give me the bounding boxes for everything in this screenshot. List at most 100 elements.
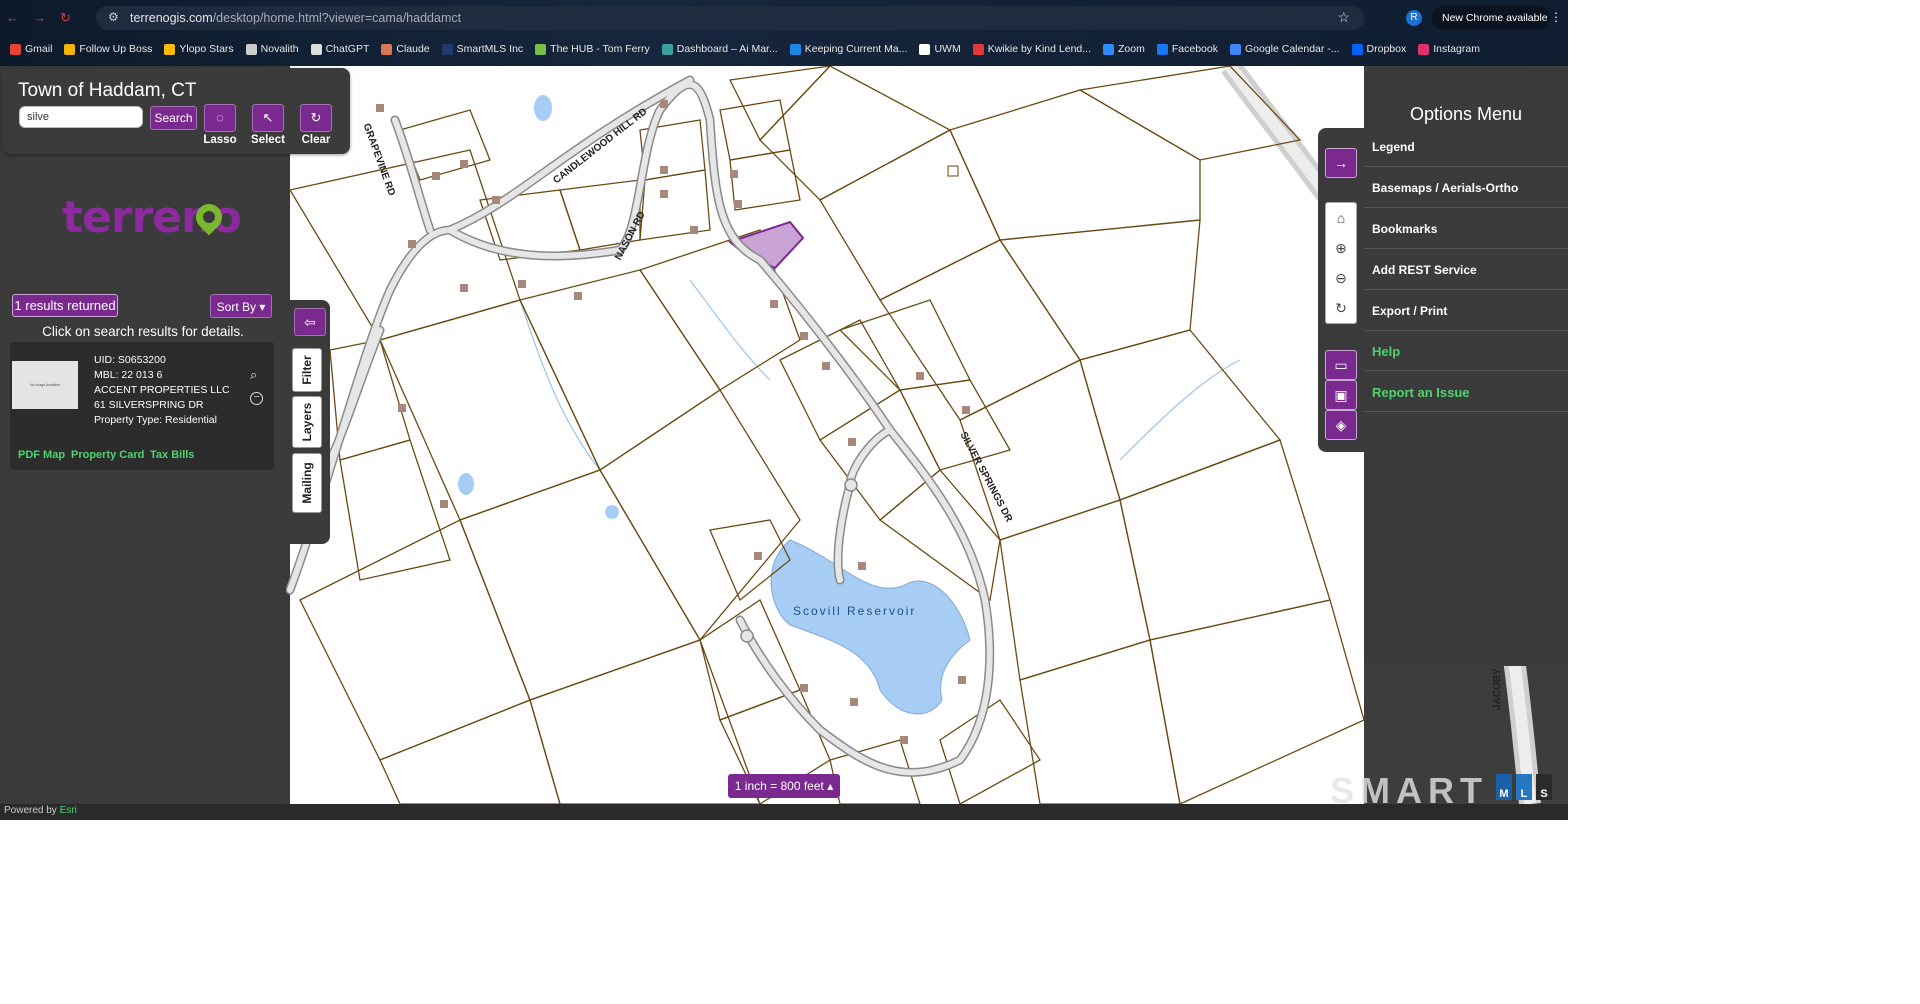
menu-item-help[interactable]: Help — [1364, 332, 1568, 371]
bed-icon: ▭ — [1334, 357, 1348, 373]
bookmark-label: Dashboard – Ai Mar... — [676, 43, 778, 55]
property-card-link[interactable]: Property Card — [71, 449, 144, 461]
home-icon[interactable]: ⌂ — [1326, 203, 1356, 233]
map-controls: → ⌂ ⊕ ⊖ ↻ ▭ ▣ ◈ — [1318, 128, 1364, 452]
search-input[interactable] — [19, 106, 143, 128]
bookmark-item[interactable]: The HUB - Tom Ferry — [535, 40, 650, 58]
page-title: Town of Haddam, CT — [18, 80, 197, 101]
bookmark-label: ChatGPT — [325, 43, 370, 55]
remove-result-icon[interactable]: − — [250, 392, 263, 405]
scale-indicator[interactable]: 1 inch = 800 feet ▴ — [728, 774, 840, 798]
bookmark-favicon-icon — [789, 43, 801, 55]
tab-filter[interactable]: Filter — [292, 348, 322, 392]
tax-bills-link[interactable]: Tax Bills — [150, 449, 194, 461]
bookmark-item[interactable]: Gmail — [10, 40, 52, 58]
chrome-update-button[interactable]: New Chrome available — [1432, 6, 1550, 30]
lasso-button[interactable]: ◌ — [204, 104, 236, 132]
side-tabs: ⇦ Filter Layers Mailing — [286, 300, 330, 544]
arrow-right-icon: → — [1334, 155, 1348, 171]
bookmark-item[interactable]: Google Calendar -... — [1229, 40, 1340, 58]
bookmark-item[interactable]: Dropbox — [1351, 40, 1407, 58]
select-button[interactable]: ↖ — [252, 104, 284, 132]
bookmark-favicon-icon — [381, 43, 393, 55]
bookmark-label: Ylopo Stars — [179, 43, 234, 55]
bookmark-favicon-icon — [10, 43, 21, 55]
zoom-controls: ⌂ ⊕ ⊖ ↻ — [1325, 202, 1357, 324]
options-menu: Options Menu Legend Basemaps / Aerials-O… — [1364, 68, 1568, 666]
bookmark-item[interactable]: Ylopo Stars — [164, 40, 234, 58]
bookmark-favicon-icon — [661, 43, 673, 55]
site-info-icon[interactable]: ⚙ — [108, 10, 119, 24]
zoom-in-icon[interactable]: ⊕ — [1326, 233, 1356, 263]
nav-buttons: ← → ↻ — [6, 10, 71, 26]
expand-options-button[interactable]: → — [1325, 148, 1357, 178]
road-label: GRAPEVINE RD — [361, 122, 397, 197]
tab-mailing[interactable]: Mailing — [292, 453, 322, 513]
rotate-icon[interactable]: ↻ — [1326, 293, 1356, 323]
mls-letter: M — [1496, 774, 1512, 800]
bookmark-item[interactable]: Novalith — [245, 40, 299, 58]
bookmark-item[interactable]: Follow Up Boss — [64, 40, 152, 58]
lasso-icon: ◌ — [216, 110, 224, 125]
back-icon[interactable]: ← — [6, 10, 19, 26]
search-panel: Town of Haddam, CT Search ◌ Lasso ↖ Sele… — [2, 68, 350, 154]
sort-by-button[interactable]: Sort By ▾ — [210, 294, 272, 318]
bookmark-label: Follow Up Boss — [79, 43, 153, 55]
bookmark-item[interactable]: Claude — [381, 40, 430, 58]
bookmark-star-icon[interactable]: ☆ — [1337, 9, 1350, 26]
reload-icon[interactable]: ↻ — [60, 10, 71, 26]
arrow-left-icon: ⇦ — [304, 314, 316, 330]
bookmark-favicon-icon — [441, 43, 453, 55]
bookmark-favicon-icon — [1351, 43, 1363, 55]
chrome-menu-icon[interactable]: ⋮ — [1550, 10, 1562, 24]
bookmark-item[interactable]: SmartMLS Inc — [441, 40, 523, 58]
result-mbl: MBL: 22 013 6 — [94, 369, 163, 381]
bookmark-item[interactable]: Keeping Current Ma... — [789, 40, 907, 58]
tag-button[interactable]: ◈ — [1325, 410, 1357, 440]
zoom-to-icon[interactable]: ⌕ — [250, 367, 257, 383]
pdf-map-link[interactable]: PDF Map — [18, 449, 65, 461]
result-uid: UID: S0653200 — [94, 354, 166, 366]
bookmark-favicon-icon — [245, 43, 257, 55]
menu-item-basemaps[interactable]: Basemaps / Aerials-Ortho — [1364, 169, 1568, 208]
bookmark-label: Novalith — [260, 43, 299, 55]
menu-item-legend[interactable]: Legend — [1364, 128, 1568, 167]
forward-icon[interactable]: → — [33, 10, 46, 26]
collapse-panel-button[interactable]: ⇦ — [294, 308, 326, 336]
bookmark-item[interactable]: Dashboard – Ai Mar... — [661, 40, 778, 58]
car-button[interactable]: ▣ — [1325, 380, 1357, 410]
bed-button[interactable]: ▭ — [1325, 350, 1357, 380]
tab-layers[interactable]: Layers — [292, 396, 322, 448]
bookmark-item[interactable]: Zoom — [1103, 40, 1145, 58]
bookmark-favicon-icon — [64, 43, 76, 55]
result-card[interactable]: No Image Available UID: S0653200 MBL: 22… — [10, 342, 274, 470]
bookmark-label: Claude — [396, 43, 430, 55]
mls-letter: L — [1516, 774, 1532, 800]
bookmark-label: Google Calendar -... — [1244, 43, 1340, 55]
browser-chrome: ← → ↻ ⚙ terrenogis.com/desktop/home.html… — [0, 0, 1568, 66]
menu-item-report-issue[interactable]: Report an Issue — [1364, 373, 1568, 412]
bookmark-item[interactable]: ChatGPT — [310, 40, 370, 58]
bookmark-item[interactable]: Facebook — [1156, 40, 1218, 58]
bookmark-label: Dropbox — [1366, 43, 1407, 55]
menu-item-bookmarks[interactable]: Bookmarks — [1364, 210, 1568, 249]
lake-label: Scovill Reservoir — [793, 604, 916, 618]
bookmark-item[interactable]: UWM — [919, 40, 961, 58]
profile-avatar[interactable]: R — [1406, 10, 1422, 26]
address-bar[interactable]: ⚙ terrenogis.com/desktop/home.html?viewe… — [96, 6, 1364, 30]
url-text: terrenogis.com/desktop/home.html?viewer=… — [130, 11, 462, 25]
bookmark-label: Gmail — [25, 43, 53, 55]
zoom-out-icon[interactable]: ⊖ — [1326, 263, 1356, 293]
bookmark-item[interactable]: Kwikie by Kind Lend... — [972, 40, 1091, 58]
bookmark-item[interactable]: Instagram — [1418, 40, 1480, 58]
bookmark-label: Instagram — [1433, 43, 1480, 55]
clear-button[interactable]: ↻ — [300, 104, 332, 132]
bookmark-label: Zoom — [1118, 43, 1145, 55]
cursor-icon: ↖ — [262, 110, 274, 125]
property-thumbnail: No Image Available — [12, 361, 78, 409]
menu-item-add-rest[interactable]: Add REST Service — [1364, 251, 1568, 290]
results-count: 1 results returned — [12, 294, 118, 317]
menu-item-export[interactable]: Export / Print — [1364, 292, 1568, 331]
search-button[interactable]: Search — [150, 106, 197, 130]
options-title: Options Menu — [1409, 104, 1523, 124]
